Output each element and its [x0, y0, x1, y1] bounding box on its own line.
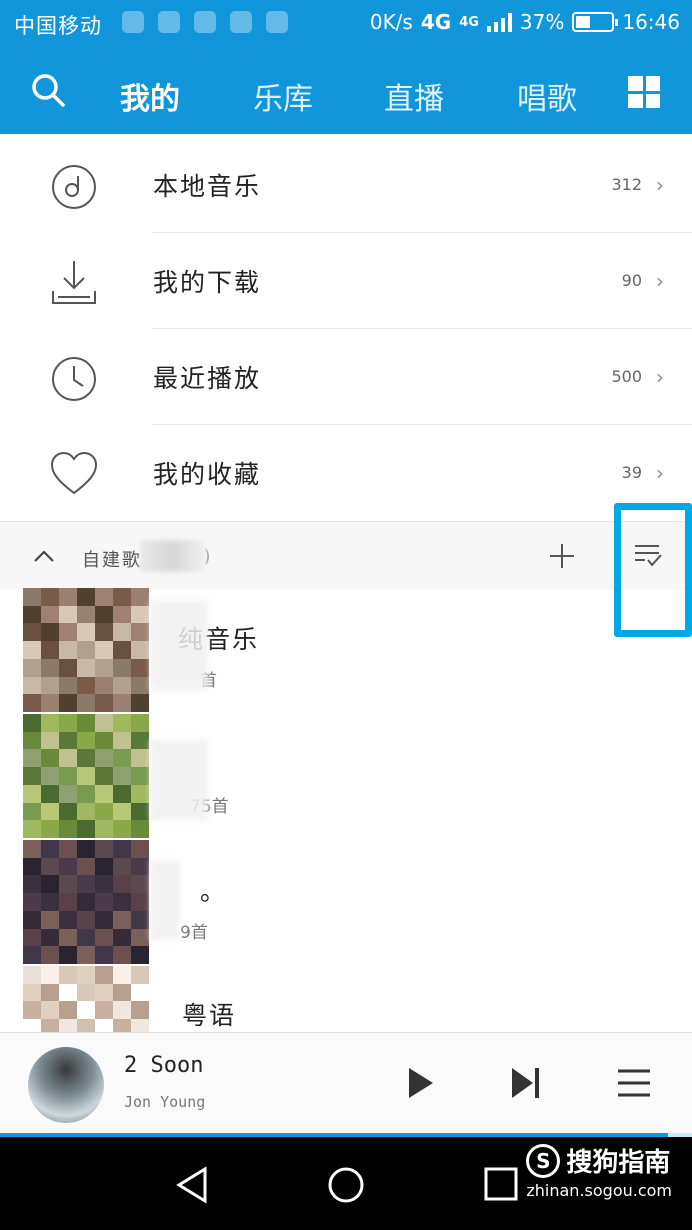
watermark: S 搜狗指南 zhinan.sogou.com	[526, 1142, 672, 1200]
menu-favorites[interactable]: 我的收藏 39 ›	[0, 425, 692, 521]
app-notification-icon	[194, 11, 216, 33]
skip-next-icon[interactable]	[505, 1063, 545, 1103]
search-icon[interactable]	[30, 72, 66, 108]
playlist-name: 粤语	[182, 1001, 237, 1030]
battery-percent: 37%	[519, 10, 565, 34]
chevron-right-icon: ›	[656, 461, 664, 485]
watermark-brand: 搜狗指南	[566, 1148, 671, 1178]
song-title: 2 Soon	[124, 1053, 204, 1078]
heart-icon	[50, 451, 98, 495]
app-notification-icon	[122, 11, 144, 33]
clock: 16:46	[622, 10, 680, 34]
menu-label: 我的下载	[153, 268, 262, 297]
menu-count: 312	[611, 175, 642, 194]
app-notification-icon	[158, 11, 180, 33]
blurred-region	[150, 600, 208, 690]
playlists-header[interactable]: 自建歌 2)	[0, 521, 692, 589]
menu-count: 90	[621, 271, 642, 290]
sogou-logo-icon: S	[526, 1143, 561, 1178]
signal-icon	[486, 12, 512, 32]
menu-local-music[interactable]: 本地音乐 312 ›	[0, 137, 692, 233]
battery-icon	[572, 12, 619, 32]
blurred-region	[140, 540, 206, 572]
top-nav: 我的 乐库 直播 唱歌	[0, 48, 692, 134]
gallery-notification-icon	[230, 11, 252, 33]
playlist-cover	[23, 966, 149, 1032]
tab-library[interactable]: 乐库	[253, 74, 313, 118]
playlist-name: 。	[200, 877, 228, 906]
back-icon[interactable]	[173, 1165, 213, 1205]
plus-icon[interactable]	[548, 542, 576, 570]
menu-label: 我的收藏	[153, 460, 262, 489]
chevron-right-icon: ›	[656, 173, 664, 197]
playlist-count: 9首	[180, 923, 208, 943]
tab-live[interactable]: 直播	[384, 74, 444, 118]
notification-icons	[122, 11, 288, 33]
menu-recent[interactable]: 最近播放 500 ›	[0, 329, 692, 425]
chevron-up-icon[interactable]	[32, 544, 56, 568]
tab-sing[interactable]: 唱歌	[517, 74, 577, 118]
tab-mine[interactable]: 我的	[120, 74, 180, 118]
blurred-region	[150, 740, 208, 820]
mini-player[interactable]: 2 Soon Jon Young	[0, 1032, 692, 1136]
playlist-icon[interactable]	[614, 1063, 654, 1103]
artist-name: Jon Young	[124, 1093, 206, 1111]
app-notification-icon	[266, 11, 288, 33]
status-bar: 中国移动 0K/s 4G 4G 37% 16:46	[0, 0, 692, 48]
menu-count: 39	[621, 463, 642, 482]
menu-label: 本地音乐	[153, 172, 262, 201]
home-icon[interactable]	[326, 1165, 366, 1205]
download-icon	[52, 261, 96, 304]
network-speed: 0K/s	[369, 10, 413, 34]
network-type: 4G	[420, 10, 452, 34]
menu-count: 500	[611, 367, 642, 386]
play-icon[interactable]	[400, 1063, 440, 1103]
chevron-right-icon: ›	[656, 365, 664, 389]
playlists-title: 自建歌	[82, 550, 142, 571]
album-art[interactable]	[28, 1047, 104, 1123]
clock-icon	[52, 357, 96, 401]
grid-icon[interactable]	[628, 76, 660, 108]
menu-label: 最近播放	[153, 364, 262, 393]
blurred-region	[150, 860, 180, 940]
carrier-label: 中国移动	[14, 14, 102, 38]
network-type-secondary: 4G	[459, 14, 479, 30]
playlist-item[interactable]: 纯音乐 首	[0, 588, 692, 714]
playlist-cover	[23, 840, 149, 964]
chevron-right-icon: ›	[656, 269, 664, 293]
disc-icon	[52, 165, 96, 209]
watermark-url: zhinan.sogou.com	[526, 1181, 672, 1200]
playlist-item[interactable]: 。 9首	[0, 840, 692, 966]
playlist-item[interactable]: 75首	[0, 714, 692, 840]
menu-downloads[interactable]: 我的下载 90 ›	[0, 233, 692, 329]
playlist-cover	[23, 588, 149, 712]
playlist-cover	[23, 714, 149, 838]
playlist-item[interactable]: 粤语	[0, 966, 692, 1032]
recents-icon[interactable]	[482, 1165, 522, 1205]
